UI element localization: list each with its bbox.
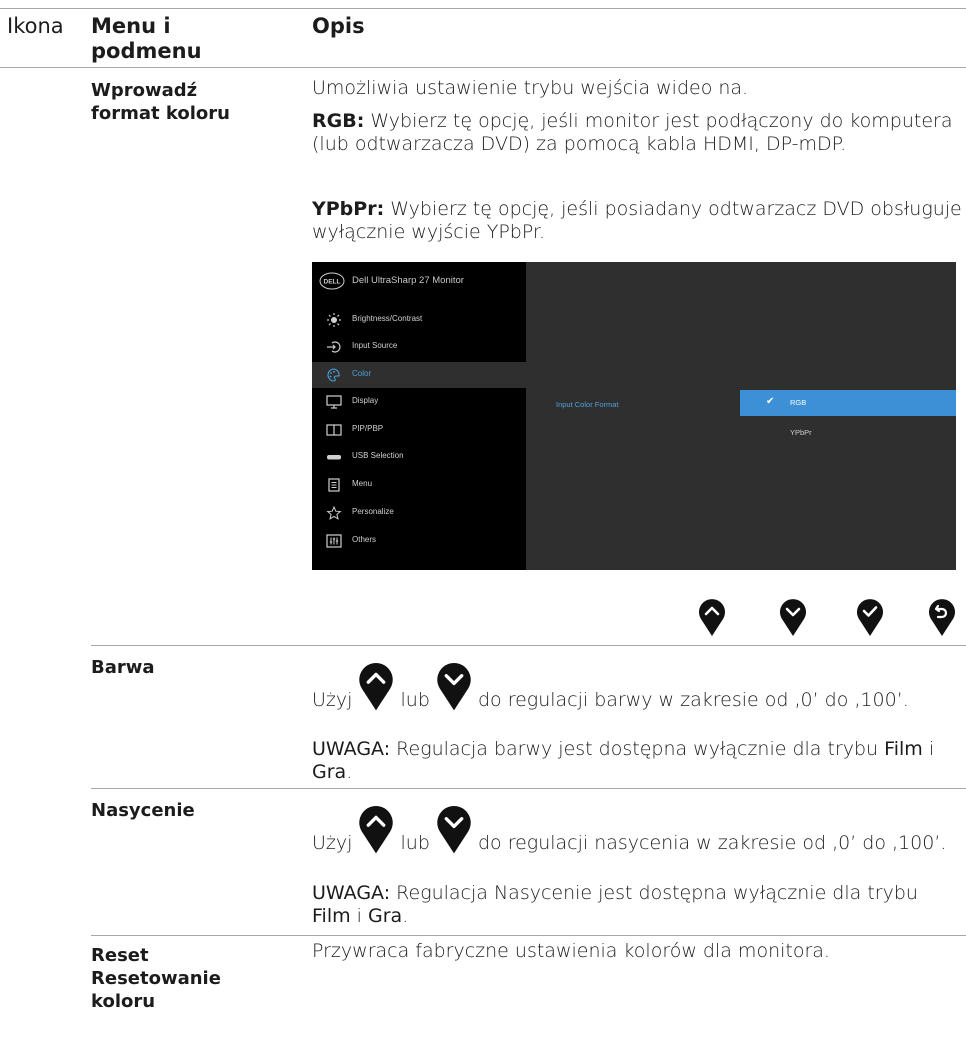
ok-button-icon[interactable] [856,597,884,637]
menu-hue: Barwa [91,657,155,678]
menu-input-color-format: Wprowadź format koloru [91,80,230,124]
note-label: UWAGA: [312,738,391,760]
note-saturation: UWAGA: Regulacja Nasycenie jest dostępna… [312,882,962,928]
game-mode: Gra [312,761,347,783]
osd-option-label: RGB [790,398,807,407]
color-palette-icon [327,368,340,382]
description-color-reset: Przywraca fabryczne ustawienia kolorów d… [312,940,830,962]
period: . [402,905,409,927]
or-text: lub [400,689,430,711]
and-text: i [356,905,362,927]
osd-item-label: Input Source [352,341,398,350]
up-arrow-icon [359,662,394,711]
film-mode: Film [884,738,923,760]
header-icon-column: Ikona [7,14,64,38]
osd-item-display[interactable]: Display [312,389,526,415]
osd-item-label: Color [352,369,372,378]
description-saturation: Użyj lub do regulacji nasycenia w zakres… [312,803,957,856]
dell-logo-icon: DELL [319,272,345,290]
down-arrow-icon [437,805,471,854]
osd-item-label: Brightness/Contrast [352,314,423,323]
saturation-desc-rest: do regulacji nasycenia w zakresie od ‚0’… [477,832,947,854]
logo-text: DELL [324,279,341,286]
osd-item-label: Display [352,396,379,405]
note-text: Regulacja Nasycenie jest dostępna wyłącz… [396,882,918,904]
usb-icon [327,455,341,460]
description-ypbpr: YPbPr: Wybierz tę opcję, jeśli posiadany… [312,198,962,244]
osd-item-brightness[interactable]: Brightness/Contrast [312,307,526,333]
ypbpr-text: Wybierz tę opcję, jeśli posiadany odtwar… [312,198,962,243]
menu-saturation: Nasycenie [91,800,195,821]
use-text: Użyj [312,689,353,711]
use-text: Użyj [312,832,353,854]
note-text: Regulacja barwy jest dostępna wyłącznie … [396,738,879,760]
osd-option-rgb[interactable]: ✔ RGB [740,390,956,416]
osd-option-ypbpr[interactable]: YPbPr [740,420,956,446]
osd-main-menu: DELL Dell UltraSharp 27 Monitor Brightne… [312,262,526,570]
ypbpr-label: YPbPr: [312,198,385,220]
description-hue: Użyj lub do regulacji barwy w zakresie o… [312,660,957,713]
down-arrow-icon [437,662,471,711]
star-icon [326,506,342,520]
osd-item-label: USB Selection [352,451,404,460]
others-icon [326,534,342,548]
hue-desc-rest: do regulacji barwy w zakresie od ‚0’ do … [477,689,909,711]
up-arrow-icon [359,805,394,854]
game-mode: Gra [368,905,403,927]
osd-item-label: PIP/PBP [352,424,384,433]
period: . [346,761,353,783]
film-mode: Film [312,905,351,927]
osd-item-color[interactable]: Color [312,362,526,388]
brightness-icon [327,313,341,327]
osd-submenu-panel [526,262,956,570]
osd-item-label: Personalize [352,507,394,516]
or-text: lub [400,832,430,854]
menu-color-reset: Reset Resetowanie koloru [91,945,221,1012]
up-button-icon[interactable] [698,597,726,637]
pip-pbp-icon [326,424,342,436]
rgb-text: Wybierz tę opcję, jeśli monitor jest pod… [312,110,953,155]
osd-screenshot: DELL Dell UltraSharp 27 Monitor Brightne… [312,262,956,570]
back-button-icon[interactable] [928,597,956,637]
note-hue: UWAGA: Regulacja barwy jest dostępna wył… [312,738,962,784]
header-menu-column: Menu i podmenu [91,14,202,63]
osd-submenu-label: Input Color Format [556,400,619,409]
osd-item-menu[interactable]: Menu [312,472,526,498]
osd-item-usb-selection[interactable]: USB Selection [312,444,526,470]
osd-title: Dell UltraSharp 27 Monitor [352,275,464,286]
osd-item-others[interactable]: Others [312,528,526,554]
note-label: UWAGA: [312,882,391,904]
osd-item-personalize[interactable]: Personalize [312,500,526,526]
description-intro: Umożliwia ustawienie trybu wejścia wideo… [312,77,749,99]
osd-option-label: YPbPr [790,428,812,437]
osd-item-label: Menu [352,479,373,488]
and-text: i [928,738,935,760]
down-button-icon[interactable] [779,597,807,637]
osd-item-pip-pbp[interactable]: PIP/PBP [312,417,526,443]
rgb-label: RGB: [312,110,365,132]
osd-item-label: Others [352,535,377,544]
checkmark-icon: ✔ [766,396,775,407]
menu-icon [328,478,340,492]
description-rgb: RGB: Wybierz tę opcję, jeśli monitor jes… [312,110,962,156]
osd-item-input-source[interactable]: Input Source [312,334,526,360]
display-icon [326,395,342,409]
input-source-icon [327,341,341,353]
header-description-column: Opis [312,14,365,38]
